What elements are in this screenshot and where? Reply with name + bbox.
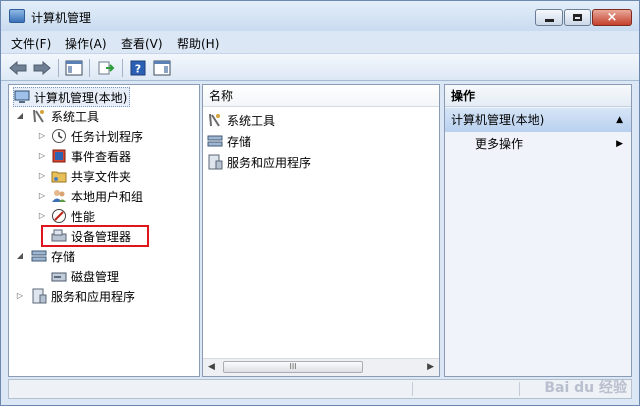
console-tree-icon — [65, 60, 83, 76]
shared-folder-icon — [51, 168, 67, 184]
menu-help[interactable]: 帮助(H) — [177, 35, 219, 52]
more-actions-link[interactable]: 更多操作 — [475, 135, 523, 153]
collapse-arrow-icon[interactable]: ◢ — [15, 107, 25, 125]
minimize-button[interactable] — [535, 9, 563, 26]
expand-arrow-icon[interactable]: ▷ — [37, 167, 47, 185]
collapse-arrow-icon[interactable]: ◢ — [15, 247, 25, 265]
performance-icon — [51, 208, 67, 224]
menu-action[interactable]: 操作(A) — [65, 35, 107, 52]
tools-icon — [207, 112, 223, 128]
services-icon — [31, 288, 47, 304]
actions-group-label: 计算机管理(本地) — [451, 113, 545, 127]
help-icon: ? — [130, 60, 146, 76]
menu-bar: 文件(F) 操作(A) 查看(V) 帮助(H) — [1, 31, 639, 53]
back-button[interactable] — [7, 58, 29, 78]
window-title: 计算机管理 — [31, 11, 92, 25]
close-icon: × — [606, 10, 618, 25]
event-viewer-icon — [51, 148, 67, 164]
tree-item-performance[interactable]: 性能 — [51, 207, 95, 225]
show-hide-tree-button[interactable] — [63, 58, 85, 78]
list-item-label: 服务和应用程序 — [227, 155, 312, 170]
expand-arrow-icon[interactable]: ▷ — [37, 187, 47, 205]
title-bar[interactable]: 计算机管理 × — [1, 1, 639, 31]
svg-text:?: ? — [135, 63, 141, 76]
disk-management-icon — [51, 268, 67, 284]
clock-icon — [51, 128, 67, 144]
tree-item-label: 系统工具 — [51, 109, 100, 124]
tree-item-task-scheduler[interactable]: 任务计划程序 — [51, 127, 143, 145]
tools-icon — [31, 108, 47, 124]
tree-item-local-users[interactable]: 本地用户和组 — [51, 187, 143, 205]
tree-item-label: 计算机管理(本地) — [34, 90, 128, 105]
menu-view[interactable]: 查看(V) — [121, 35, 163, 52]
toolbar-separator — [58, 59, 59, 77]
expand-arrow-icon[interactable]: ▷ — [37, 147, 47, 165]
storage-icon — [207, 133, 223, 149]
tree-item-label: 任务计划程序 — [71, 129, 144, 144]
minimize-icon — [544, 19, 554, 22]
list-item[interactable]: 系统工具 — [207, 111, 275, 129]
tree-item-services-apps[interactable]: 服务和应用程序 — [31, 287, 135, 305]
collapse-up-icon: ▲ — [616, 115, 623, 125]
scroll-right-icon[interactable]: ▶ — [427, 362, 434, 372]
toolbar: ? — [1, 53, 639, 81]
column-header-name[interactable]: 名称 — [203, 85, 439, 107]
tree-item-label: 事件查看器 — [71, 149, 132, 164]
toolbar-separator — [89, 59, 90, 77]
tree-item-label: 磁盘管理 — [71, 269, 120, 284]
list-item[interactable]: 存储 — [207, 132, 251, 150]
details-pane: 名称 系统工具 存储 服务和应用程序 ◀ III ▶ — [202, 84, 440, 377]
help-button[interactable]: ? — [127, 58, 149, 78]
tree-item-label: 性能 — [71, 209, 96, 224]
list-item[interactable]: 服务和应用程序 — [207, 153, 311, 171]
computer-management-icon — [14, 89, 30, 105]
status-bar — [8, 379, 632, 399]
expand-arrow-icon[interactable]: ▷ — [37, 207, 47, 225]
app-window: 计算机管理 × 文件(F) 操作(A) 查看(V) 帮助(H) ? 计算机管理(… — [0, 0, 640, 406]
actions-group-header[interactable]: 计算机管理(本地) ▲ — [445, 108, 631, 132]
console-tree: 计算机管理(本地) ◢ 系统工具 ▷ 任务计划程序 ▷ 事件查看器 ▷ 共享文件… — [8, 84, 200, 377]
list-item-label: 存储 — [227, 134, 252, 149]
tree-item-label: 共享文件夹 — [71, 169, 132, 184]
maximize-button[interactable] — [564, 9, 591, 26]
users-icon — [51, 188, 67, 204]
actions-title: 操作 — [445, 85, 631, 107]
horizontal-scrollbar[interactable]: ◀ III ▶ — [203, 358, 439, 376]
scroll-thumb[interactable]: III — [223, 361, 363, 373]
status-divider — [412, 382, 413, 396]
expand-arrow-icon[interactable]: ▷ — [15, 287, 25, 305]
status-divider — [519, 382, 520, 396]
menu-file[interactable]: 文件(F) — [11, 35, 51, 52]
watermark: Bai du 经验 — [544, 380, 627, 396]
actions-pane: 操作 计算机管理(本地) ▲ 更多操作 ▶ — [444, 84, 632, 377]
scroll-left-icon[interactable]: ◀ — [208, 362, 215, 372]
close-button[interactable]: × — [592, 9, 632, 26]
tree-item-system-tools[interactable]: 系统工具 — [31, 107, 99, 125]
forward-arrow-icon — [33, 61, 51, 75]
tree-item-shared-folders[interactable]: 共享文件夹 — [51, 167, 131, 185]
action-pane-icon — [153, 60, 171, 76]
tree-item-label: 服务和应用程序 — [51, 289, 136, 304]
maximize-icon — [573, 14, 582, 21]
tree-item-root[interactable]: 计算机管理(本地) — [13, 87, 131, 107]
submenu-arrow-icon: ▶ — [616, 139, 623, 149]
tree-item-label: 本地用户和组 — [71, 189, 144, 204]
tree-item-event-viewer[interactable]: 事件查看器 — [51, 147, 131, 165]
export-list-button[interactable] — [95, 58, 117, 78]
export-icon — [98, 61, 115, 75]
storage-icon — [31, 248, 47, 264]
tree-item-disk-management[interactable]: 磁盘管理 — [51, 267, 119, 285]
back-arrow-icon — [9, 61, 27, 75]
highlight-box — [41, 225, 149, 247]
expand-arrow-icon[interactable]: ▷ — [37, 127, 47, 145]
list-item-label: 系统工具 — [227, 113, 276, 128]
tree-item-storage[interactable]: 存储 — [31, 247, 75, 265]
services-icon — [207, 154, 223, 170]
computer-management-icon — [9, 9, 25, 23]
tree-item-label: 存储 — [51, 249, 76, 264]
toolbar-separator — [122, 59, 123, 77]
forward-button[interactable] — [31, 58, 53, 78]
show-hide-action-pane-button[interactable] — [151, 58, 173, 78]
